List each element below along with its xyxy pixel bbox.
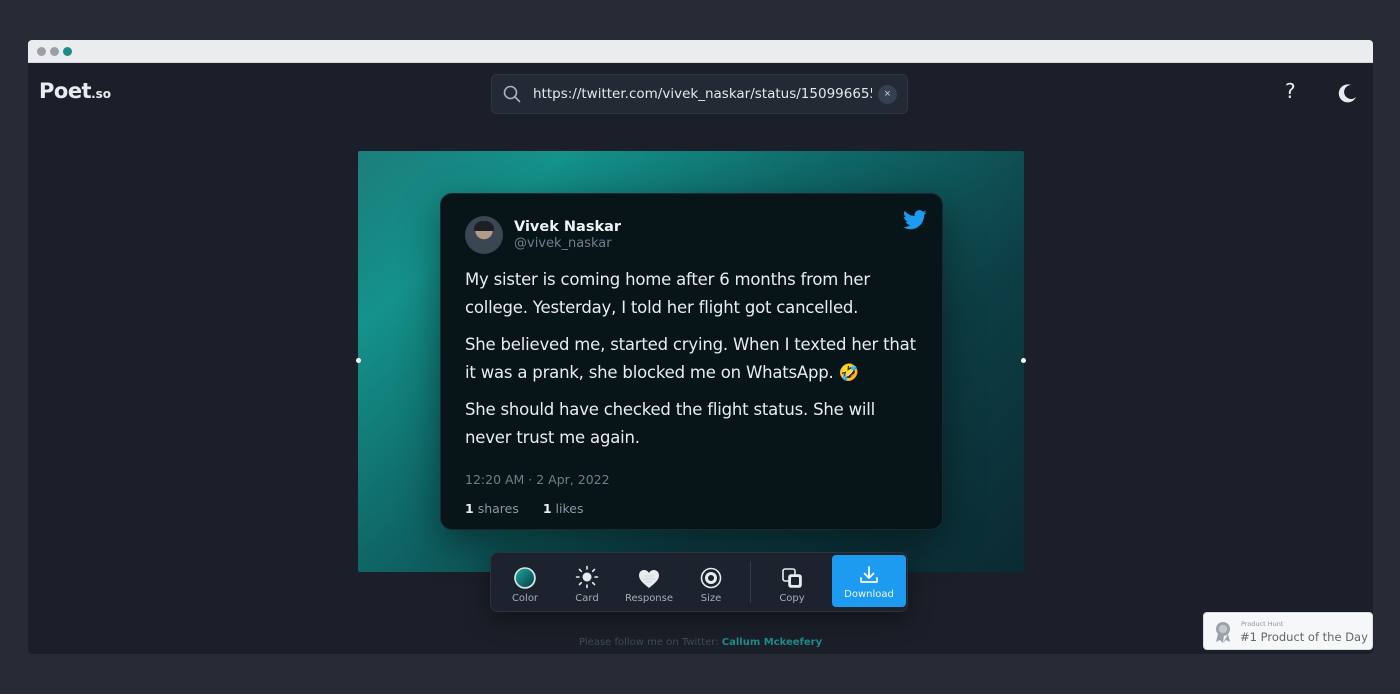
logo-main: Poet [39, 79, 92, 103]
card-button[interactable]: Card [556, 553, 618, 611]
color-button[interactable]: Color [494, 553, 556, 611]
logo[interactable]: Poet.so [39, 79, 111, 103]
copy-icon [782, 568, 802, 588]
download-label: Download [844, 589, 894, 600]
search-input[interactable] [533, 86, 872, 102]
likes-stat: 1 likes [543, 501, 594, 516]
clear-button[interactable]: × [878, 84, 897, 104]
tweet-timestamp: 12:20 AM · 2 Apr, 2022 [465, 472, 610, 487]
footer: Please follow me on Twitter: Callum Mcke… [28, 637, 1373, 648]
likes-count: 1 [542, 501, 552, 516]
shares-stat: 1 shares [465, 501, 529, 516]
editor-toolbar: Color Card Response Size Copy Download [490, 552, 908, 612]
avatar [465, 216, 503, 254]
search-icon [503, 85, 521, 103]
top-bar: Poet.so × ? [28, 63, 1373, 123]
shares-label: shares [477, 501, 519, 516]
author-handle: @vivek_naskar [514, 236, 612, 251]
shares-count: 1 [465, 501, 474, 516]
help-icon[interactable]: ? [1285, 79, 1296, 103]
size-button[interactable]: Size [680, 553, 742, 611]
size-target-icon [700, 567, 722, 589]
browser-chrome [28, 40, 1373, 63]
color-swatch-icon [514, 567, 536, 589]
tweet-author: Vivek Naskar @vivek_naskar [465, 216, 918, 254]
window-dot-maximize[interactable] [63, 46, 72, 56]
toolbar-divider [750, 561, 751, 603]
download-button[interactable]: Download [832, 555, 906, 607]
tweet-canvas: Vivek Naskar @vivek_naskar My sister is … [356, 151, 1026, 572]
copy-button[interactable]: Copy [761, 553, 823, 611]
tweet-stats: 1 shares 1 likes [465, 501, 918, 516]
search-bar: × [491, 74, 908, 114]
moon-icon[interactable] [1336, 82, 1358, 104]
window-dot-minimize[interactable] [50, 46, 59, 56]
window-dot-close[interactable] [37, 46, 46, 56]
resize-handle-right[interactable] [1021, 358, 1026, 363]
badge-title: #1 Product of the Day [1240, 630, 1368, 644]
tweet-paragraph: My sister is coming home after 6 months … [465, 270, 870, 317]
footer-text: Please follow me on Twitter: [578, 637, 722, 648]
logo-suffix: .so [91, 87, 112, 101]
heart-icon [639, 570, 659, 588]
copy-label: Copy [779, 593, 805, 604]
tweet-card: Vivek Naskar @vivek_naskar My sister is … [440, 193, 943, 530]
response-label: Response [624, 593, 674, 604]
tweet-paragraph: She should have checked the flight statu… [465, 400, 876, 447]
twitter-bird-icon [903, 210, 927, 230]
author-name: Vivek Naskar [514, 219, 622, 235]
resize-handle-left[interactable] [356, 358, 361, 363]
medal-icon [1216, 622, 1230, 643]
card-label: Card [575, 593, 599, 604]
response-button[interactable]: Response [618, 553, 680, 611]
color-label: Color [511, 593, 539, 604]
footer-link[interactable]: Callum Mckeefery [722, 637, 822, 648]
sun-icon [575, 565, 599, 589]
download-icon [860, 566, 878, 583]
likes-label: likes [555, 501, 584, 516]
product-hunt-badge[interactable]: Product Hunt #1 Product of the Day [1203, 612, 1373, 650]
size-label: Size [700, 593, 722, 604]
tweet-paragraph: She believed me, started crying. When I … [465, 335, 916, 382]
tweet-text: My sister is coming home after 6 months … [465, 266, 918, 452]
browser-window: Poet.so × ? Vivek Naskar @vivek_naskar M… [28, 40, 1373, 654]
badge-small-text: Product Hunt [1241, 620, 1284, 628]
